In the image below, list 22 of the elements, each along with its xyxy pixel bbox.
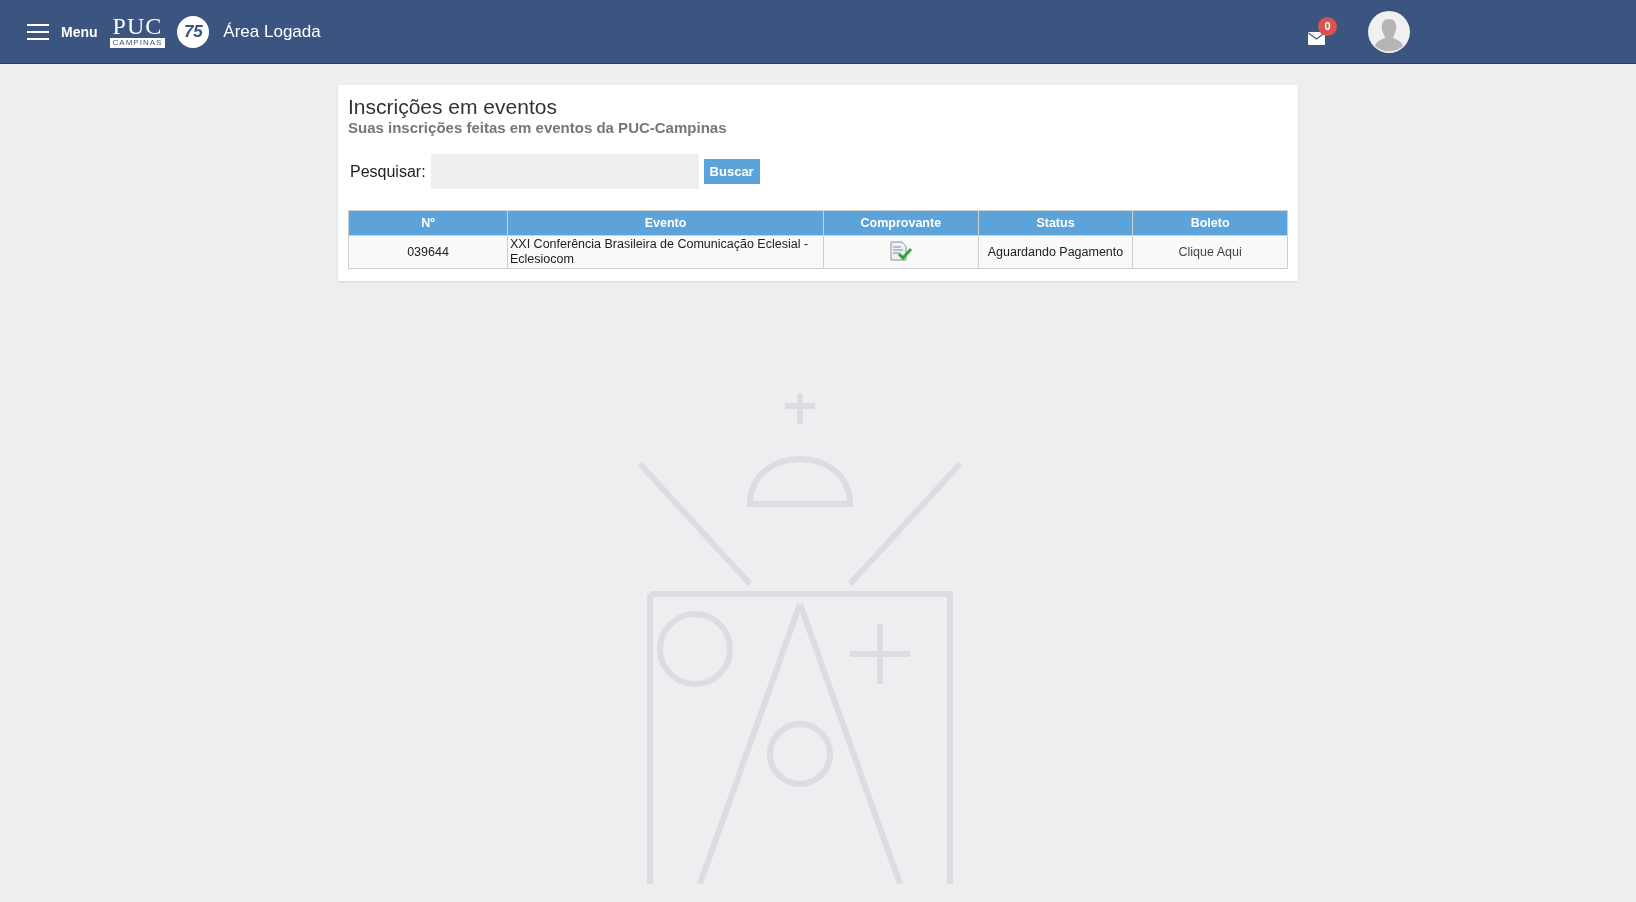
search-label: Pesquisar: <box>350 162 426 181</box>
avatar-icon[interactable] <box>1368 10 1410 53</box>
boleto-link[interactable]: Clique Aqui <box>1178 245 1242 259</box>
column-header: Evento <box>507 210 824 236</box>
document-check-icon[interactable] <box>888 239 913 262</box>
column-header: Comprovante <box>823 210 979 236</box>
university-logo[interactable]: PUC CAMPINAS <box>109 15 166 48</box>
notification-count: 0 <box>1318 16 1337 36</box>
table-cell: 039644 <box>348 235 508 269</box>
menu-label[interactable]: Menu <box>61 23 98 40</box>
envelope-icon <box>1308 31 1325 45</box>
column-header: Status <box>978 210 1133 236</box>
column-header: Nº <box>348 210 508 236</box>
menu-icon[interactable] <box>27 23 49 40</box>
anniversary-badge: 75 <box>177 15 210 48</box>
section-title: Inscrições em eventos <box>348 95 558 119</box>
table-cell: XXI Conferência Brasileira de Comunicação Eclesial - Eclesiocom <box>507 235 824 269</box>
column-header: Boleto <box>1132 210 1288 236</box>
messages-button[interactable]: 0 <box>1308 16 1338 47</box>
table-cell: Aguardando Pagamento <box>978 235 1133 269</box>
page-title: Área Logada <box>223 21 321 42</box>
section-subtitle: Suas inscrições feitas em eventos da PUC-Campinas <box>348 119 728 137</box>
